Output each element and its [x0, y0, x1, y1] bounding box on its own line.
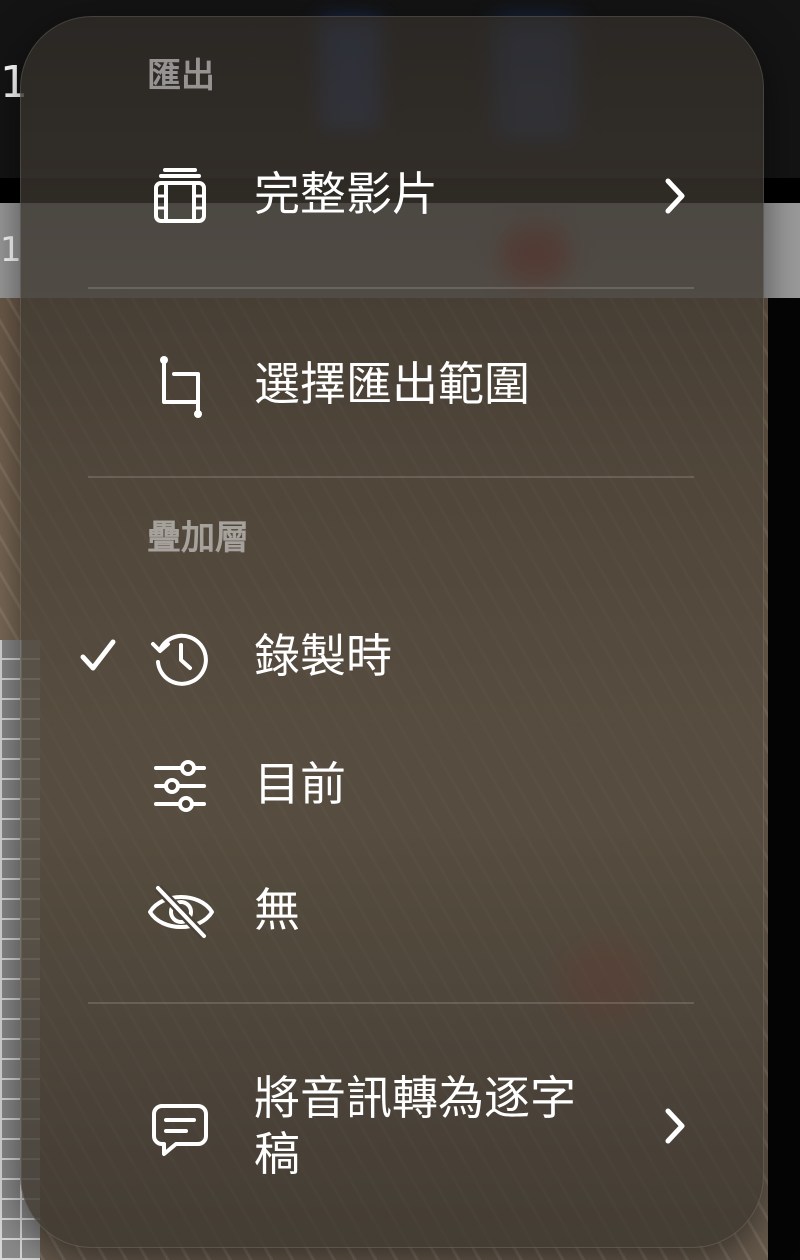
select-export-range-label: 選擇匯出範圍 — [254, 357, 530, 411]
overlay-option-current[interactable]: 目前 — [20, 738, 764, 830]
export-section-header: 匯出 — [147, 56, 215, 96]
full-video-label: 完整影片 — [254, 167, 438, 221]
overlay-option-recording-time[interactable]: 錄製時 — [20, 612, 764, 704]
sliders-icon — [150, 756, 210, 816]
eye-slash-icon — [146, 882, 216, 942]
crop-icon — [150, 352, 210, 418]
chevron-right-icon — [660, 1106, 690, 1146]
history-icon — [150, 628, 210, 688]
checkmark-icon — [78, 636, 118, 676]
transcribe-label-line-2: 稿 — [254, 1127, 300, 1181]
background-strip-text: 1 — [0, 230, 22, 270]
overlay-option-label: 錄製時 — [254, 629, 392, 683]
overlay-option-label: 無 — [254, 883, 300, 937]
overlay-option-label: 目前 — [254, 757, 346, 811]
chevron-right-icon — [660, 176, 690, 216]
screen: 1 1 匯出 完整影片 選擇匯出範圍 疊加層 錄製時 目前 無 將音訊轉為逐字 … — [0, 0, 800, 1260]
film-stack-icon — [150, 166, 210, 226]
menu-divider — [88, 476, 694, 478]
transcribe-label-line-1: 將音訊轉為逐字 — [254, 1071, 576, 1125]
select-export-range-item[interactable]: 選擇匯出範圍 — [20, 342, 764, 434]
overlay-section-header: 疊加層 — [147, 518, 249, 558]
menu-divider — [88, 1002, 694, 1004]
menu-divider — [88, 287, 694, 289]
transcribe-audio-item[interactable]: 將音訊轉為逐字 稿 — [20, 1064, 764, 1194]
context-menu: 匯出 完整影片 選擇匯出範圍 疊加層 錄製時 目前 無 將音訊轉為逐字 稿 — [20, 16, 764, 1248]
background-edge — [768, 298, 800, 1260]
speech-bubble-icon — [150, 1100, 210, 1160]
overlay-option-none[interactable]: 無 — [20, 864, 764, 956]
full-video-item[interactable]: 完整影片 — [20, 152, 764, 244]
